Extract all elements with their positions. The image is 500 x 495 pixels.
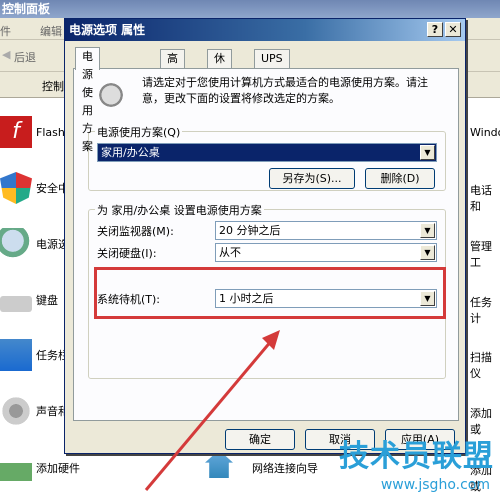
menu-edit[interactable]: 编辑 [40,23,62,39]
security-shield-icon [0,172,32,204]
list-item[interactable]: 电源选 [0,224,69,264]
speaker-icon [0,395,32,427]
help-button[interactable]: ? [427,22,443,37]
ok-button[interactable]: 确定 [225,429,295,450]
chevron-down-icon[interactable]: ▼ [420,223,435,238]
power-scheme-icon [96,77,126,107]
scheme-group: 电源使用方案(Q) 家用/办公桌 ▼ 另存为(S)... 删除(D) [88,124,446,191]
back-icon[interactable]: ◀ [2,48,10,61]
delete-button[interactable]: 删除(D) [365,168,435,189]
list-item[interactable]: f Flash [0,112,65,152]
list-item-right[interactable]: 任务计 [470,294,500,326]
list-item[interactable]: 网络连接向导 [252,460,318,476]
list-item[interactable]: 键盘 [0,280,58,320]
save-as-button[interactable]: 另存为(S)... [269,168,355,189]
disk-label: 关闭硬盘(I): [97,247,157,260]
tab-power-schemes[interactable]: 电源使用方案 [75,47,100,153]
list-item[interactable]: 声音和 [0,391,69,431]
dialog-title: 电源选项 属性 [69,23,146,37]
tab-panel: 请选定对于您使用计算机方式最适合的电源使用方案。请注意，更改下面的设置将修改选定… [73,68,459,421]
power-plug-icon [0,228,32,260]
menu-file[interactable]: 件 [0,23,11,39]
scheme-group-title: 电源使用方案(Q) [95,124,183,140]
hardware-icon [0,462,32,481]
flash-icon: f [0,116,32,148]
description-text: 请选定对于您使用计算机方式最适合的电源使用方案。请注意，更改下面的设置将修改选定… [142,76,428,105]
taskbar-icon [0,339,32,371]
monitor-label: 关闭监视器(M): [97,225,174,238]
list-item[interactable]: 添加硬件 [0,448,80,488]
monitor-select[interactable]: 20 分钟之后 ▼ [215,221,437,240]
tab-hibernate[interactable]: 休眠 [207,49,232,83]
close-button[interactable]: ✕ [445,22,461,37]
scheme-select[interactable]: 家用/办公桌 ▼ [97,143,437,162]
chevron-down-icon[interactable]: ▼ [420,245,435,260]
highlight-box [94,267,446,319]
disk-select[interactable]: 从不 ▼ [215,243,437,262]
watermark-logo: 技术员联盟 [339,439,494,474]
network-house-icon [205,450,233,478]
watermark-url: www.jsgho.com [380,477,490,493]
list-item[interactable]: 安全中 [0,168,69,208]
dialog-titlebar: 电源选项 属性 ? ✕ [65,19,465,41]
list-item-right[interactable]: 扫描仪 [470,349,500,381]
back-button[interactable]: 后退 [14,49,36,65]
address-label: 控制 [42,80,64,93]
keyboard-icon [0,296,32,312]
settings-group-title: 为 家用/办公桌 设置电源使用方案 [95,202,264,218]
tab-advanced[interactable]: 高级 [160,49,185,83]
list-item[interactable]: 任务栏 [0,335,69,375]
list-item-right[interactable]: Windo [470,126,500,139]
chevron-down-icon[interactable]: ▼ [420,145,435,160]
list-item-right[interactable]: 管理工 [470,238,500,270]
tab-ups[interactable]: UPS [254,49,290,69]
list-item-right[interactable]: 电话和 [470,182,500,214]
power-options-dialog: 电源选项 属性 ? ✕ 电源使用方案 高级 休眠 UPS 请选定对于您使用计算机… [64,18,466,454]
control-panel-title: 控制面板 [0,0,500,18]
